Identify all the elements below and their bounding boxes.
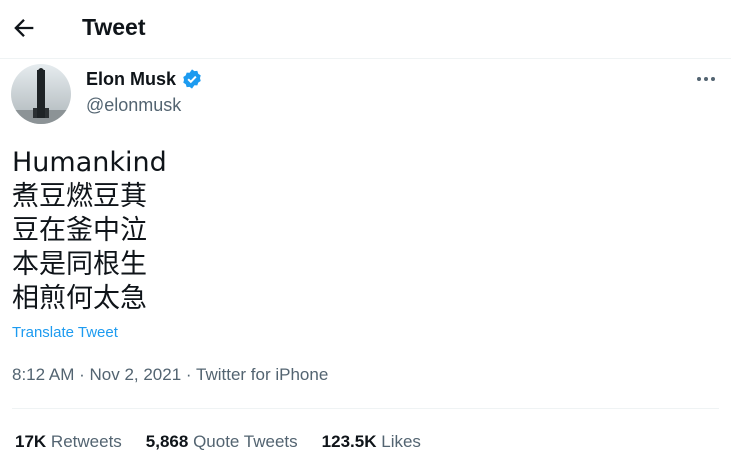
header-bar: Tweet <box>0 0 731 58</box>
translate-tweet-link[interactable]: Translate Tweet <box>12 324 118 341</box>
stats-divider <box>12 408 719 409</box>
retweets-count: 17K <box>15 432 47 451</box>
author-name[interactable]: Elon Musk <box>86 69 176 90</box>
tweet-source[interactable]: Twitter for iPhone <box>196 365 328 384</box>
starship-image <box>11 64 71 124</box>
likes-count: 123.5K <box>321 432 377 451</box>
quote-tweets-label: Quote Tweets <box>193 432 298 451</box>
quote-tweets-stat[interactable]: 5,868 Quote Tweets <box>146 432 298 452</box>
more-options-icon[interactable] <box>694 68 718 90</box>
tweet-line: 本是同根生 <box>12 249 147 280</box>
arrow-left-icon[interactable] <box>10 14 38 42</box>
tweet-date[interactable]: Nov 2, 2021 <box>90 365 182 384</box>
tweet-text: Humankind 煮豆燃豆萁 豆在釜中泣 本是同根生 相煎何太急 <box>12 146 167 316</box>
tweet-meta: 8:12 AM · Nov 2, 2021 · Twitter for iPho… <box>12 365 328 385</box>
quote-tweets-count: 5,868 <box>145 432 189 451</box>
meta-separator: · <box>185 365 196 384</box>
tweet-time[interactable]: 8:12 AM <box>12 365 74 384</box>
header-divider <box>0 58 731 59</box>
tweet-line: 煮豆燃豆萁 <box>12 181 147 212</box>
author-handle[interactable]: @elonmusk <box>86 95 181 116</box>
engagement-stats: 17K Retweets 5,868 Quote Tweets 123.5K L… <box>15 432 445 452</box>
verified-badge-icon <box>183 69 201 89</box>
retweets-stat[interactable]: 17K Retweets <box>15 432 122 452</box>
tweet-line: 豆在釜中泣 <box>12 215 147 246</box>
tweet-line: 相煎何太急 <box>12 283 147 314</box>
retweets-label: Retweets <box>50 432 122 451</box>
avatar[interactable] <box>11 64 71 124</box>
page-title: Tweet <box>82 14 146 40</box>
author-name-row: Elon Musk <box>86 68 203 90</box>
likes-stat[interactable]: 123.5K Likes <box>322 432 421 452</box>
meta-separator: · <box>79 365 90 384</box>
tweet-line: Humankind <box>12 147 167 178</box>
likes-label: Likes <box>381 432 421 451</box>
